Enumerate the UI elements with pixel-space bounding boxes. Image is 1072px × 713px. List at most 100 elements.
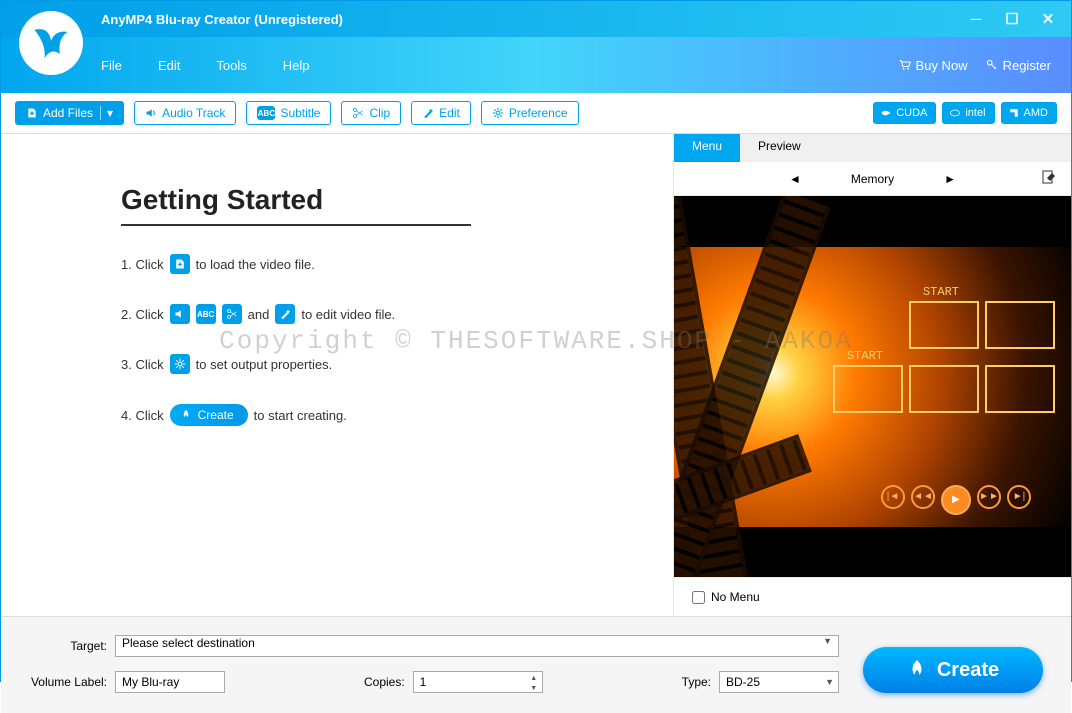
add-file-icon	[26, 107, 38, 119]
step-2: 2. Click ABC and to edit video file.	[121, 304, 623, 324]
menu-file[interactable]: File	[101, 58, 122, 73]
subtitle-button[interactable]: ABC Subtitle	[246, 101, 331, 125]
no-menu-row: No Menu	[674, 577, 1071, 616]
target-row: Target: Please select destination ▼	[29, 635, 839, 657]
tab-preview[interactable]: Preview	[740, 134, 819, 162]
right-pane: Menu Preview ◄ Memory ► START START |◄ ◄…	[673, 134, 1071, 616]
close-button[interactable]: ✕	[1039, 10, 1057, 28]
audio-icon	[170, 304, 190, 324]
audio-track-label: Audio Track	[162, 106, 225, 120]
getting-started-pane: Getting Started 1. Click to load the vid…	[1, 134, 673, 616]
type-select[interactable]: BD-25 ▼	[719, 671, 839, 693]
bottom-bar: Target: Please select destination ▼ Volu…	[1, 616, 1071, 713]
target-label: Target:	[29, 639, 107, 653]
menu-edit[interactable]: Edit	[158, 58, 180, 73]
add-files-button[interactable]: Add Files ▾	[15, 101, 124, 125]
titlebar: AnyMP4 Blu-ray Creator (Unregistered) ─ …	[1, 1, 1071, 37]
menu-help[interactable]: Help	[283, 58, 310, 73]
create-button[interactable]: Create	[863, 647, 1043, 693]
edit-button[interactable]: Edit	[411, 101, 471, 125]
edit-template-icon[interactable]	[1041, 169, 1057, 188]
buy-now-button[interactable]: Buy Now	[899, 58, 968, 73]
skip-next-icon[interactable]: ►|	[1007, 485, 1031, 509]
create-pill-label: Create	[198, 408, 234, 422]
gear-icon	[170, 354, 190, 374]
second-row: Volume Label: Copies: 1 ▲▼ Type: BD-25 ▼	[29, 671, 839, 693]
main-area: Getting Started 1. Click to load the vid…	[1, 134, 1071, 616]
register-label: Register	[1003, 58, 1051, 73]
step2-and: and	[248, 307, 270, 322]
cuda-badge: CUDA	[873, 102, 936, 124]
audio-icon	[145, 107, 157, 119]
edit-label: Edit	[439, 106, 460, 120]
preference-button[interactable]: Preference	[481, 101, 579, 125]
no-menu-label: No Menu	[711, 590, 760, 604]
audio-track-button[interactable]: Audio Track	[134, 101, 236, 125]
step1-pre: 1. Click	[121, 257, 164, 272]
intel-badge: intel	[942, 102, 994, 124]
right-tabs: Menu Preview	[674, 134, 1071, 162]
volume-label: Volume Label:	[29, 675, 107, 689]
copies-label: Copies:	[364, 675, 405, 689]
add-files-dropdown-icon[interactable]: ▾	[100, 106, 113, 120]
ffwd-icon[interactable]: ►►	[977, 485, 1001, 509]
volume-input[interactable]	[115, 671, 225, 693]
start-label-1: START	[923, 285, 959, 299]
toolbar: Add Files ▾ Audio Track ABC Subtitle Cli…	[1, 93, 1071, 134]
step4-pre: 4. Click	[121, 408, 164, 423]
template-name: Memory	[851, 172, 894, 186]
window-title: AnyMP4 Blu-ray Creator (Unregistered)	[101, 12, 343, 27]
subtitle-label: Subtitle	[280, 106, 320, 120]
step2-post: to edit video file.	[301, 307, 395, 322]
chevron-down-icon: ▼	[823, 636, 832, 646]
play-icon[interactable]: ▶	[941, 485, 971, 515]
wand-icon	[422, 107, 434, 119]
clip-button[interactable]: Clip	[341, 101, 401, 125]
step4-post: to start creating.	[254, 408, 347, 423]
target-select[interactable]: Please select destination ▼	[115, 635, 839, 657]
tab-menu[interactable]: Menu	[674, 134, 740, 162]
maximize-button[interactable]: ☐	[1003, 10, 1021, 28]
nvidia-icon	[880, 107, 892, 119]
menu-tools[interactable]: Tools	[216, 58, 246, 73]
create-pill: Create	[170, 404, 248, 426]
wand-icon	[275, 304, 295, 324]
buy-now-label: Buy Now	[916, 58, 968, 73]
type-value: BD-25	[726, 675, 760, 689]
rewind-icon[interactable]: ◄◄	[911, 485, 935, 509]
type-label: Type:	[682, 675, 711, 689]
step-3: 3. Click to set output properties.	[121, 354, 623, 374]
template-next-icon[interactable]: ►	[944, 172, 956, 186]
clip-label: Clip	[369, 106, 390, 120]
copies-value: 1	[420, 675, 427, 689]
preference-label: Preference	[509, 106, 568, 120]
subtitle-icon: ABC	[196, 304, 216, 324]
start-label-2: START	[847, 349, 883, 363]
gear-icon	[492, 107, 504, 119]
menubar: File Edit Tools Help Buy Now Register	[1, 37, 1071, 93]
register-button[interactable]: Register	[986, 58, 1051, 73]
app-logo	[19, 11, 83, 75]
template-prev-icon[interactable]: ◄	[789, 172, 801, 186]
add-file-icon	[170, 254, 190, 274]
subtitle-icon: ABC	[257, 106, 275, 120]
copies-down-icon[interactable]: ▼	[527, 683, 541, 693]
no-menu-checkbox[interactable]	[692, 591, 705, 604]
flame-icon	[180, 409, 192, 421]
step2-pre: 2. Click	[121, 307, 164, 322]
chevron-down-icon: ▼	[825, 677, 834, 687]
menu-preview: START START |◄ ◄◄ ▶ ►► ►|	[674, 196, 1071, 577]
step1-post: to load the video file.	[196, 257, 315, 272]
create-button-label: Create	[937, 659, 999, 682]
add-files-label: Add Files	[43, 106, 93, 120]
intel-icon	[949, 107, 961, 119]
key-icon	[986, 59, 998, 71]
step-4: 4. Click Create to start creating.	[121, 404, 623, 426]
target-value: Please select destination	[122, 636, 255, 650]
getting-started-title: Getting Started	[121, 184, 623, 216]
step3-pre: 3. Click	[121, 357, 164, 372]
amd-icon	[1008, 107, 1020, 119]
minimize-button[interactable]: ─	[967, 10, 985, 28]
skip-prev-icon[interactable]: |◄	[881, 485, 905, 509]
copies-spinner[interactable]: 1 ▲▼	[413, 671, 543, 693]
